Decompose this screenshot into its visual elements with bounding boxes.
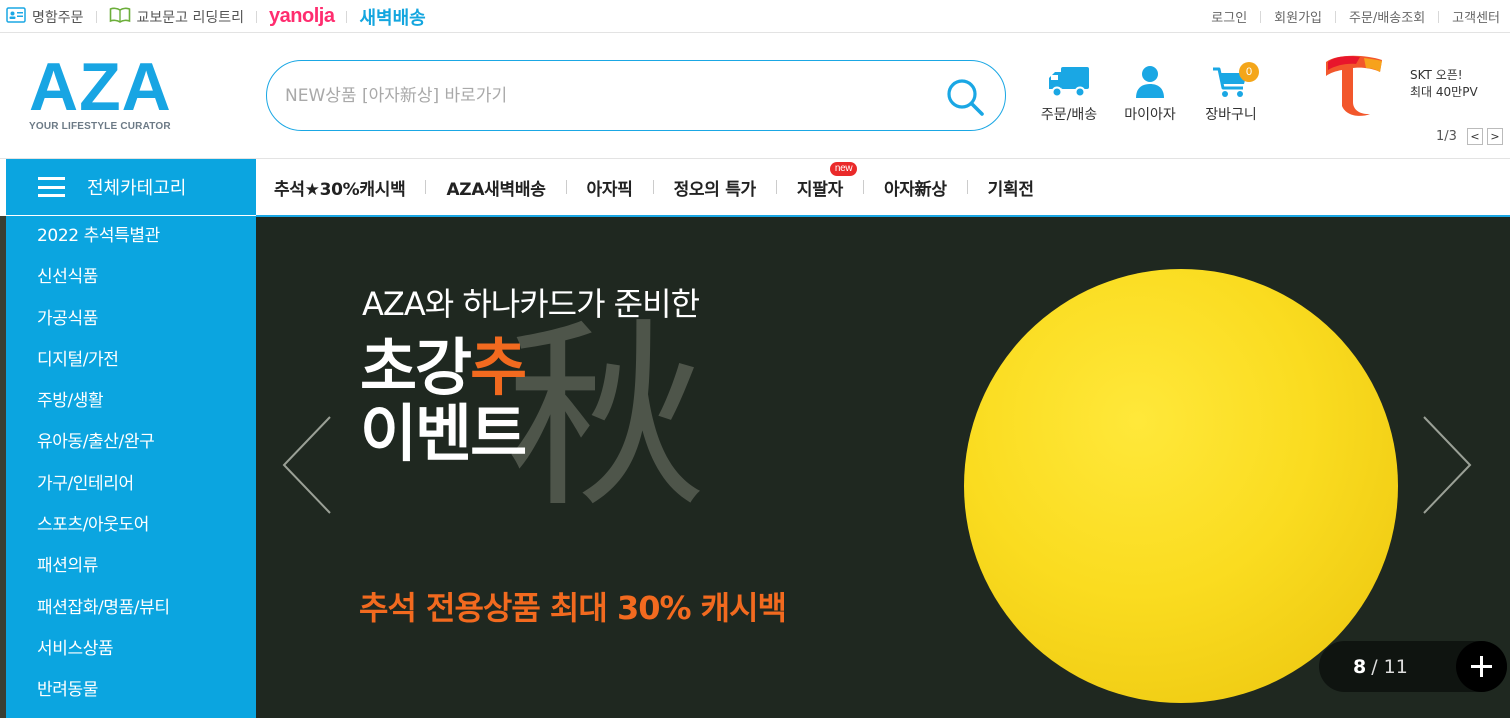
divider xyxy=(1438,10,1440,23)
search-button[interactable] xyxy=(943,75,987,119)
promo-prev-button[interactable]: < xyxy=(1466,128,1483,145)
divider xyxy=(425,180,427,194)
hamburger-menu-icon xyxy=(38,177,65,197)
skt-promo-banner[interactable]: SKT 오픈! 최대 40만PV 1/3 < > xyxy=(1318,50,1508,145)
search-input[interactable] xyxy=(285,79,925,113)
main-navigation: 추석★30%캐시백 AZA새벽배송 아자픽 정오의 특가 지팔자 new 아자新… xyxy=(256,159,1034,215)
view-all-slides-button[interactable] xyxy=(1456,641,1507,692)
divider xyxy=(862,180,864,194)
login-link[interactable]: 로그인 xyxy=(1211,7,1247,26)
top-utility-bar: 명함주문 교보문고 리딩트리 yanolja 새벽배송 로그인 회원가입 주문/… xyxy=(0,0,1510,33)
category-item-chuseok-special[interactable]: 2022 추석특별관 xyxy=(37,221,256,262)
current-slide-number: 8 xyxy=(1353,655,1367,678)
id-card-icon xyxy=(6,6,26,27)
category-sidebar: 2022 추석특별관 신선식품 가공식품 디지털/가전 주방/생활 유아동/출산… xyxy=(6,216,256,718)
promo-pager: 1/3 < > xyxy=(1436,128,1503,145)
banner-subtitle: AZA와 하나카드가 준비한 xyxy=(362,285,700,323)
divider xyxy=(346,10,348,23)
kyobo-reading-tree-label: 교보문고 리딩트리 xyxy=(136,9,245,26)
logo-tagline: YOUR LIFESTYLE CURATOR xyxy=(29,121,171,132)
nav-new-arrivals[interactable]: 아자新상 xyxy=(884,175,947,200)
promo-line-2: 최대 40만PV xyxy=(1410,85,1478,99)
nav-jipalja-label: 지팔자 xyxy=(796,179,843,200)
chevron-right-icon xyxy=(1423,416,1472,514)
divider xyxy=(775,180,777,194)
category-item-furniture-interior[interactable]: 가구/인테리어 xyxy=(37,469,256,510)
my-aza-button[interactable]: 마이아자 xyxy=(1110,64,1190,124)
user-icon xyxy=(1136,66,1164,98)
dawn-delivery-link[interactable]: 새벽배송 xyxy=(359,4,425,30)
yanolja-logo-link[interactable]: yanolja xyxy=(269,5,335,28)
divider xyxy=(1335,10,1337,23)
nav-jipalja[interactable]: 지팔자 new xyxy=(796,161,858,200)
banner-hanja-autumn: 秋 xyxy=(506,302,707,535)
nav-noon-special[interactable]: 정오의 특가 xyxy=(674,175,757,200)
category-item-digital-appliances[interactable]: 디지털/가전 xyxy=(37,345,256,386)
divider xyxy=(565,180,567,194)
open-book-icon xyxy=(109,7,131,27)
full-moon-image xyxy=(964,269,1398,703)
signup-link[interactable]: 회원가입 xyxy=(1274,7,1322,26)
nav-aza-pick[interactable]: 아자픽 xyxy=(587,175,633,200)
category-item-fashion-accessories-beauty[interactable]: 패션잡화/명품/뷰티 xyxy=(37,593,256,634)
promo-line-1: SKT 오픈! xyxy=(1410,68,1463,82)
business-card-order-link[interactable]: 명함주문 xyxy=(6,6,84,27)
search-icon xyxy=(947,79,984,116)
top-links-right: 로그인 회원가입 주문/배송조회 고객센터 xyxy=(1211,0,1500,33)
banner-offer-text: 추석 전용상품 최대 30% 캐시백 xyxy=(359,589,787,627)
customer-center-link[interactable]: 고객센터 xyxy=(1452,7,1500,26)
order-tracking-link[interactable]: 주문/배송조회 xyxy=(1349,7,1425,26)
order-delivery-label: 주문/배송 xyxy=(1040,107,1098,123)
chevron-left-icon xyxy=(282,416,331,514)
category-item-kids-baby-toys[interactable]: 유아동/출산/완구 xyxy=(37,427,256,468)
banner-next-button[interactable] xyxy=(1416,413,1476,517)
nav-chuseok-cashback[interactable]: 추석★30%캐시백 xyxy=(274,175,406,200)
total-slides: / 11 xyxy=(1371,655,1408,678)
category-item-processed-food[interactable]: 가공식품 xyxy=(37,304,256,345)
category-item-fresh-food[interactable]: 신선식품 xyxy=(37,262,256,303)
all-categories-label: 전체카테고리 xyxy=(87,178,187,199)
promo-next-button[interactable]: > xyxy=(1486,128,1503,145)
my-aza-label: 마이아자 xyxy=(1124,107,1176,123)
new-badge: new xyxy=(829,161,858,176)
main-banner-slide[interactable]: 秋 AZA와 하나카드가 준비한 초강추 이벤트 추석 전용상품 최대 30% … xyxy=(256,217,1510,718)
banner-title-part: 초강 xyxy=(360,331,472,404)
cart-button[interactable]: 0 장바구니 xyxy=(1191,62,1271,124)
category-item-services[interactable]: 서비스상품 xyxy=(37,634,256,675)
nav-aza-dawn-delivery[interactable]: AZA새벽배송 xyxy=(446,175,545,200)
aza-logo[interactable]: AZA YOUR LIFESTYLE CURATOR xyxy=(29,49,189,132)
divider xyxy=(652,180,654,194)
category-item-kitchen-living[interactable]: 주방/생활 xyxy=(37,386,256,427)
slide-counter: 8 / 11 xyxy=(1319,641,1507,692)
cart-label: 장바구니 xyxy=(1205,107,1257,123)
banner-title-event: 이벤트 xyxy=(360,397,527,470)
business-card-order-label: 명함주문 xyxy=(32,9,84,26)
order-delivery-button[interactable]: 주문/배송 xyxy=(1029,64,1109,124)
divider xyxy=(95,10,97,23)
banner-title: 초강추 이벤트 xyxy=(360,335,527,470)
nav-exhibitions[interactable]: 기획전 xyxy=(988,175,1034,200)
divider xyxy=(256,10,258,23)
cart-count-badge: 0 xyxy=(1239,62,1259,82)
category-item-pets[interactable]: 반려동물 xyxy=(37,675,256,716)
delivery-truck-icon xyxy=(1049,67,1089,98)
divider xyxy=(1260,10,1262,23)
all-categories-button[interactable]: 전체카테고리 xyxy=(6,159,256,215)
divider xyxy=(966,180,968,194)
category-item-sports-outdoor[interactable]: 스포츠/아웃도어 xyxy=(37,510,256,551)
banner-prev-button[interactable] xyxy=(278,413,338,517)
top-links-left: 명함주문 교보문고 리딩트리 yanolja 새벽배송 xyxy=(6,0,426,33)
promo-text: SKT 오픈! 최대 40만PV xyxy=(1410,67,1478,101)
promo-page-indicator: 1/3 xyxy=(1436,129,1457,144)
logo-wordmark: AZA xyxy=(29,49,172,125)
banner-title-highlight: 추 xyxy=(470,331,527,404)
t-brand-logo-icon xyxy=(1326,55,1382,116)
kyobo-reading-tree-link[interactable]: 교보문고 리딩트리 xyxy=(109,7,245,27)
search-bar xyxy=(266,60,1006,131)
category-item-fashion-clothing[interactable]: 패션의류 xyxy=(37,551,256,592)
